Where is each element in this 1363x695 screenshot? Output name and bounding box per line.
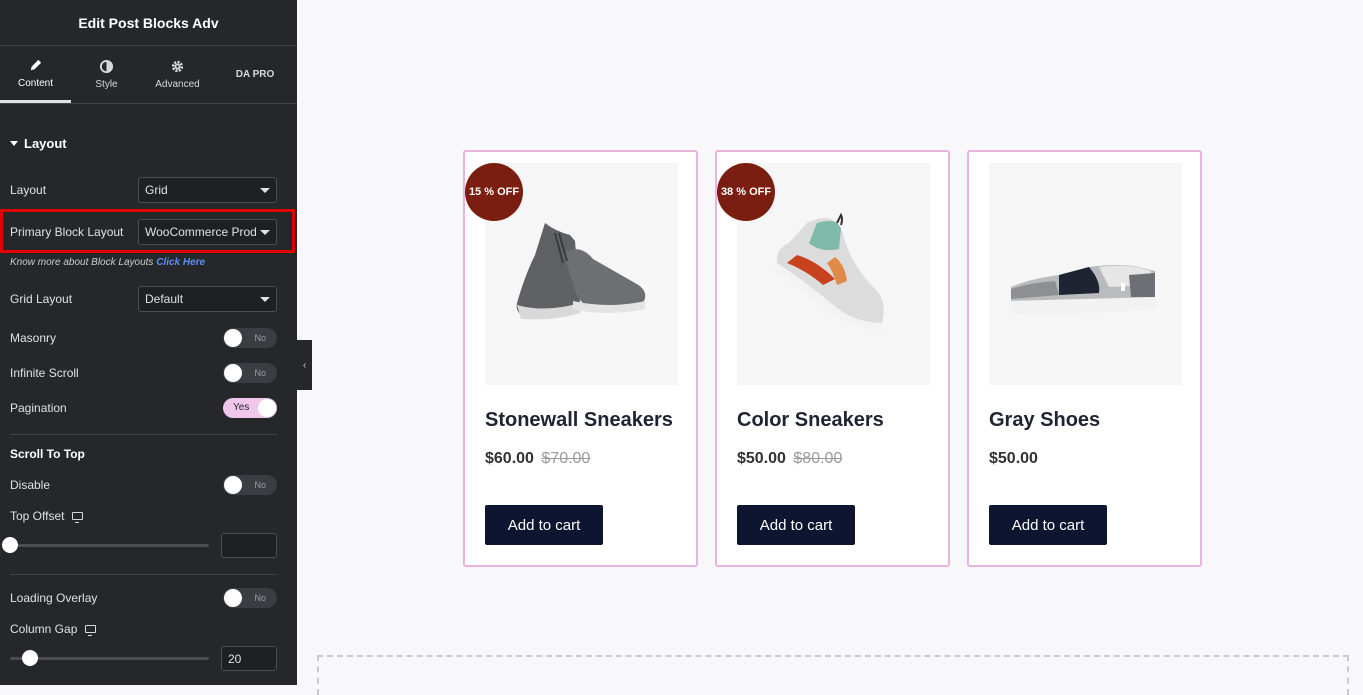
masonry-toggle-text: No: [254, 333, 266, 343]
discount-badge: 38 % OFF: [717, 163, 775, 221]
half-circle-icon: [99, 59, 114, 74]
grid-layout-select-value: Default: [145, 292, 184, 306]
product-card: Gray Shoes $50.00 Add to cart: [967, 150, 1202, 567]
discount-badge: 15 % OFF: [465, 163, 523, 221]
click-here-link[interactable]: Click Here: [156, 257, 205, 268]
masonry-label: Masonry: [10, 331, 57, 345]
column-gap-input[interactable]: 20: [221, 646, 277, 671]
masonry-row: Masonry No: [10, 328, 277, 348]
scroll-to-top-title: Scroll To Top: [10, 447, 85, 461]
select-caret-icon: [260, 297, 270, 302]
product-name[interactable]: Color Sneakers: [737, 409, 884, 432]
empty-drop-area[interactable]: [317, 655, 1349, 695]
product-card: 38 % OFF Color Sneakers $50.00 $80.00 Ad…: [715, 150, 950, 567]
product-name[interactable]: Gray Shoes: [989, 409, 1100, 432]
old-price: $70.00: [541, 450, 591, 467]
add-to-cart-button[interactable]: Add to cart: [737, 505, 855, 545]
pagination-toggle-text: Yes: [233, 402, 250, 413]
pagination-label: Pagination: [10, 401, 67, 415]
column-gap-label: Column Gap: [10, 622, 78, 636]
product-price: $50.00: [989, 450, 1038, 468]
layout-select-value: Grid: [145, 183, 168, 197]
panel-tabs: Content Style Advanced DA PRO: [0, 46, 297, 104]
loading-overlay-toggle[interactable]: No: [223, 588, 277, 608]
monitor-icon[interactable]: [72, 512, 84, 523]
disable-row: Disable No: [10, 475, 277, 495]
pencil-icon: [30, 59, 42, 70]
primary-block-row: Primary Block Layout WooCommerce Prod: [10, 219, 277, 245]
infinite-scroll-toggle[interactable]: No: [223, 363, 277, 383]
tab-advanced-label: Advanced: [155, 79, 200, 90]
gray-shoe-image: [1009, 265, 1157, 314]
current-price: $60.00: [485, 450, 534, 467]
top-offset-label: Top Offset: [10, 509, 65, 523]
top-offset-row: Top Offset: [10, 509, 277, 523]
tab-da-pro-label: DA PRO: [235, 69, 275, 80]
product-name[interactable]: Stonewall Sneakers: [485, 409, 673, 432]
tab-content[interactable]: Content: [0, 46, 71, 103]
layout-row: Layout Grid: [10, 177, 277, 203]
block-layouts-info: Know more about Block Layouts Click Here: [10, 257, 205, 268]
tab-content-label: Content: [17, 77, 54, 89]
product-image[interactable]: [989, 163, 1182, 385]
loading-overlay-label: Loading Overlay: [10, 591, 98, 605]
product-price: $50.00 $80.00: [737, 450, 842, 468]
info-text: Know more about Block Layouts: [10, 257, 154, 268]
primary-block-select-value: WooCommerce Prod: [145, 225, 257, 239]
pagination-row: Pagination Yes: [10, 398, 277, 418]
masonry-toggle[interactable]: No: [223, 328, 277, 348]
current-price: $50.00: [989, 450, 1038, 467]
collapse-panel-button[interactable]: ‹: [297, 340, 312, 390]
select-caret-icon: [260, 230, 270, 235]
current-price: $50.00: [737, 450, 786, 467]
gear-icon: [171, 60, 184, 73]
layout-select[interactable]: Grid: [138, 177, 277, 203]
top-offset-input[interactable]: [221, 533, 277, 558]
select-caret-icon: [260, 188, 270, 193]
panel-title: Edit Post Blocks Adv: [0, 0, 297, 46]
primary-block-label: Primary Block Layout: [10, 225, 124, 239]
caret-down-icon: [10, 141, 18, 146]
product-grid: 15 % OFF Stonewall Sneakers $60.00 $70.0…: [463, 150, 1203, 567]
infinite-scroll-row: Infinite Scroll No: [10, 363, 277, 383]
chevron-left-icon: ‹: [302, 359, 307, 371]
column-gap-slider-track[interactable]: [10, 657, 209, 660]
pagination-toggle[interactable]: Yes: [223, 398, 277, 418]
top-offset-slider-handle[interactable]: [2, 537, 18, 553]
disable-toggle[interactable]: No: [223, 475, 277, 495]
monitor-icon[interactable]: [85, 625, 97, 636]
layout-label: Layout: [10, 183, 47, 197]
tab-da-pro[interactable]: DA PRO: [213, 46, 297, 103]
loading-overlay-row: Loading Overlay No: [10, 588, 277, 608]
add-to-cart-button[interactable]: Add to cart: [485, 505, 603, 545]
layout-section-toggle[interactable]: Layout: [10, 136, 67, 151]
add-to-cart-button[interactable]: Add to cart: [989, 505, 1107, 545]
grid-layout-label: Grid Layout: [10, 292, 73, 306]
column-gap-slider-handle[interactable]: [22, 650, 38, 666]
primary-block-select[interactable]: WooCommerce Prod: [138, 219, 277, 245]
grid-layout-row: Grid Layout Default: [10, 286, 277, 312]
grid-layout-select[interactable]: Default: [138, 286, 277, 312]
layout-section-title: Layout: [24, 136, 67, 151]
infinite-scroll-label: Infinite Scroll: [10, 366, 79, 380]
divider: [10, 574, 277, 575]
tab-style-label: Style: [95, 79, 118, 90]
top-offset-slider-track[interactable]: [10, 544, 209, 547]
product-card: 15 % OFF Stonewall Sneakers $60.00 $70.0…: [463, 150, 698, 567]
disable-label: Disable: [10, 478, 51, 492]
product-price: $60.00 $70.00: [485, 450, 590, 468]
old-price: $80.00: [793, 450, 843, 467]
disable-toggle-text: No: [254, 480, 266, 490]
column-gap-row: Column Gap: [10, 622, 277, 636]
tab-advanced[interactable]: Advanced: [142, 46, 213, 103]
editor-panel: Edit Post Blocks Adv Content Style Advan…: [0, 0, 297, 685]
divider: [10, 434, 277, 435]
loading-overlay-toggle-text: No: [254, 593, 266, 603]
tab-style[interactable]: Style: [71, 46, 142, 103]
infinite-scroll-toggle-text: No: [254, 368, 266, 378]
